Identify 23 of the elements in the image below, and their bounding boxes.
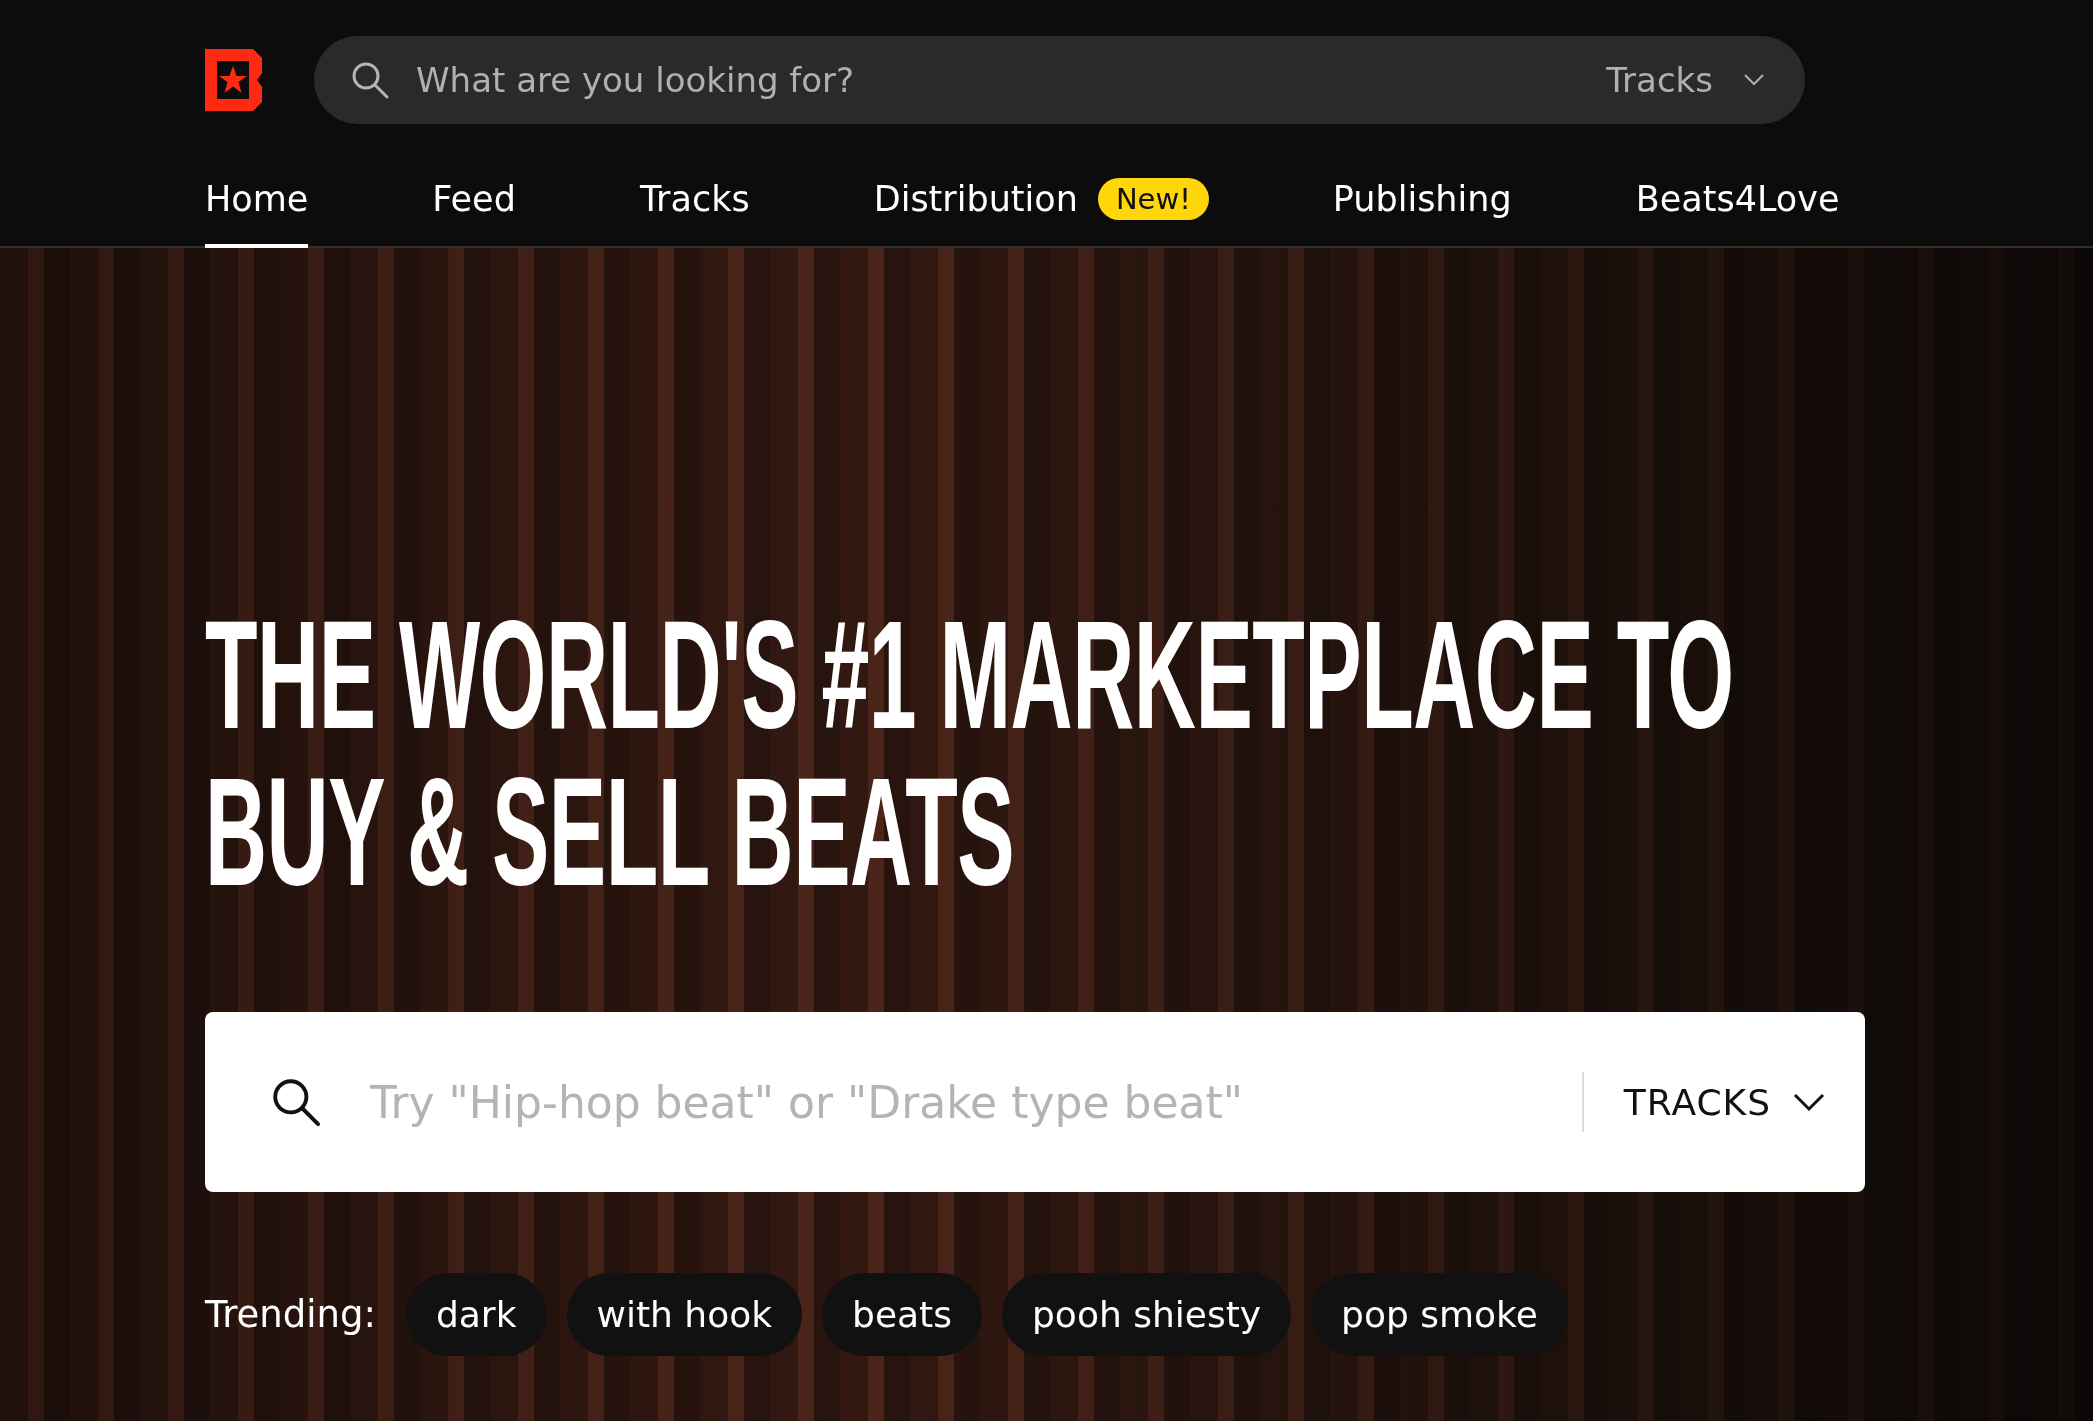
trending-tag[interactable]: dark [405,1273,547,1356]
trending-tag[interactable]: pooh shiesty [1002,1273,1292,1356]
nav-tab[interactable]: Feed [432,150,516,248]
chevron-down-icon [1743,73,1765,87]
headline: THE WORLD'S #1 MARKETPLACE TO [205,597,1734,754]
logo-icon[interactable] [205,49,262,111]
category-dropdown[interactable]: TRACKS [1623,1081,1825,1123]
new-badge: New! [1097,178,1209,220]
nav-tab[interactable]: Beats4Love [1635,150,1840,248]
trending-label: Trending: [205,1293,376,1336]
trending-tag[interactable]: beats [822,1273,982,1356]
search-field[interactable]: Try "Hip-hop beat" or "Drake type beat" TRACKS [205,1012,1865,1192]
search-icon [270,1076,322,1128]
headline: BUY & SELL BEATS [205,753,1015,911]
nav-tab[interactable]: Distribution [873,150,1078,248]
search-icon [350,60,390,100]
trending-tag[interactable]: with hook [566,1273,803,1356]
category-dropdown[interactable]: Tracks [1606,60,1765,100]
search-field[interactable]: What are you looking for? Tracks [314,36,1805,124]
nav-tab[interactable]: Tracks [639,150,750,248]
nav-tab[interactable]: Publishing [1332,150,1512,248]
chevron-down-icon [1793,1092,1825,1112]
trending-tag[interactable]: pop smoke [1311,1273,1568,1356]
